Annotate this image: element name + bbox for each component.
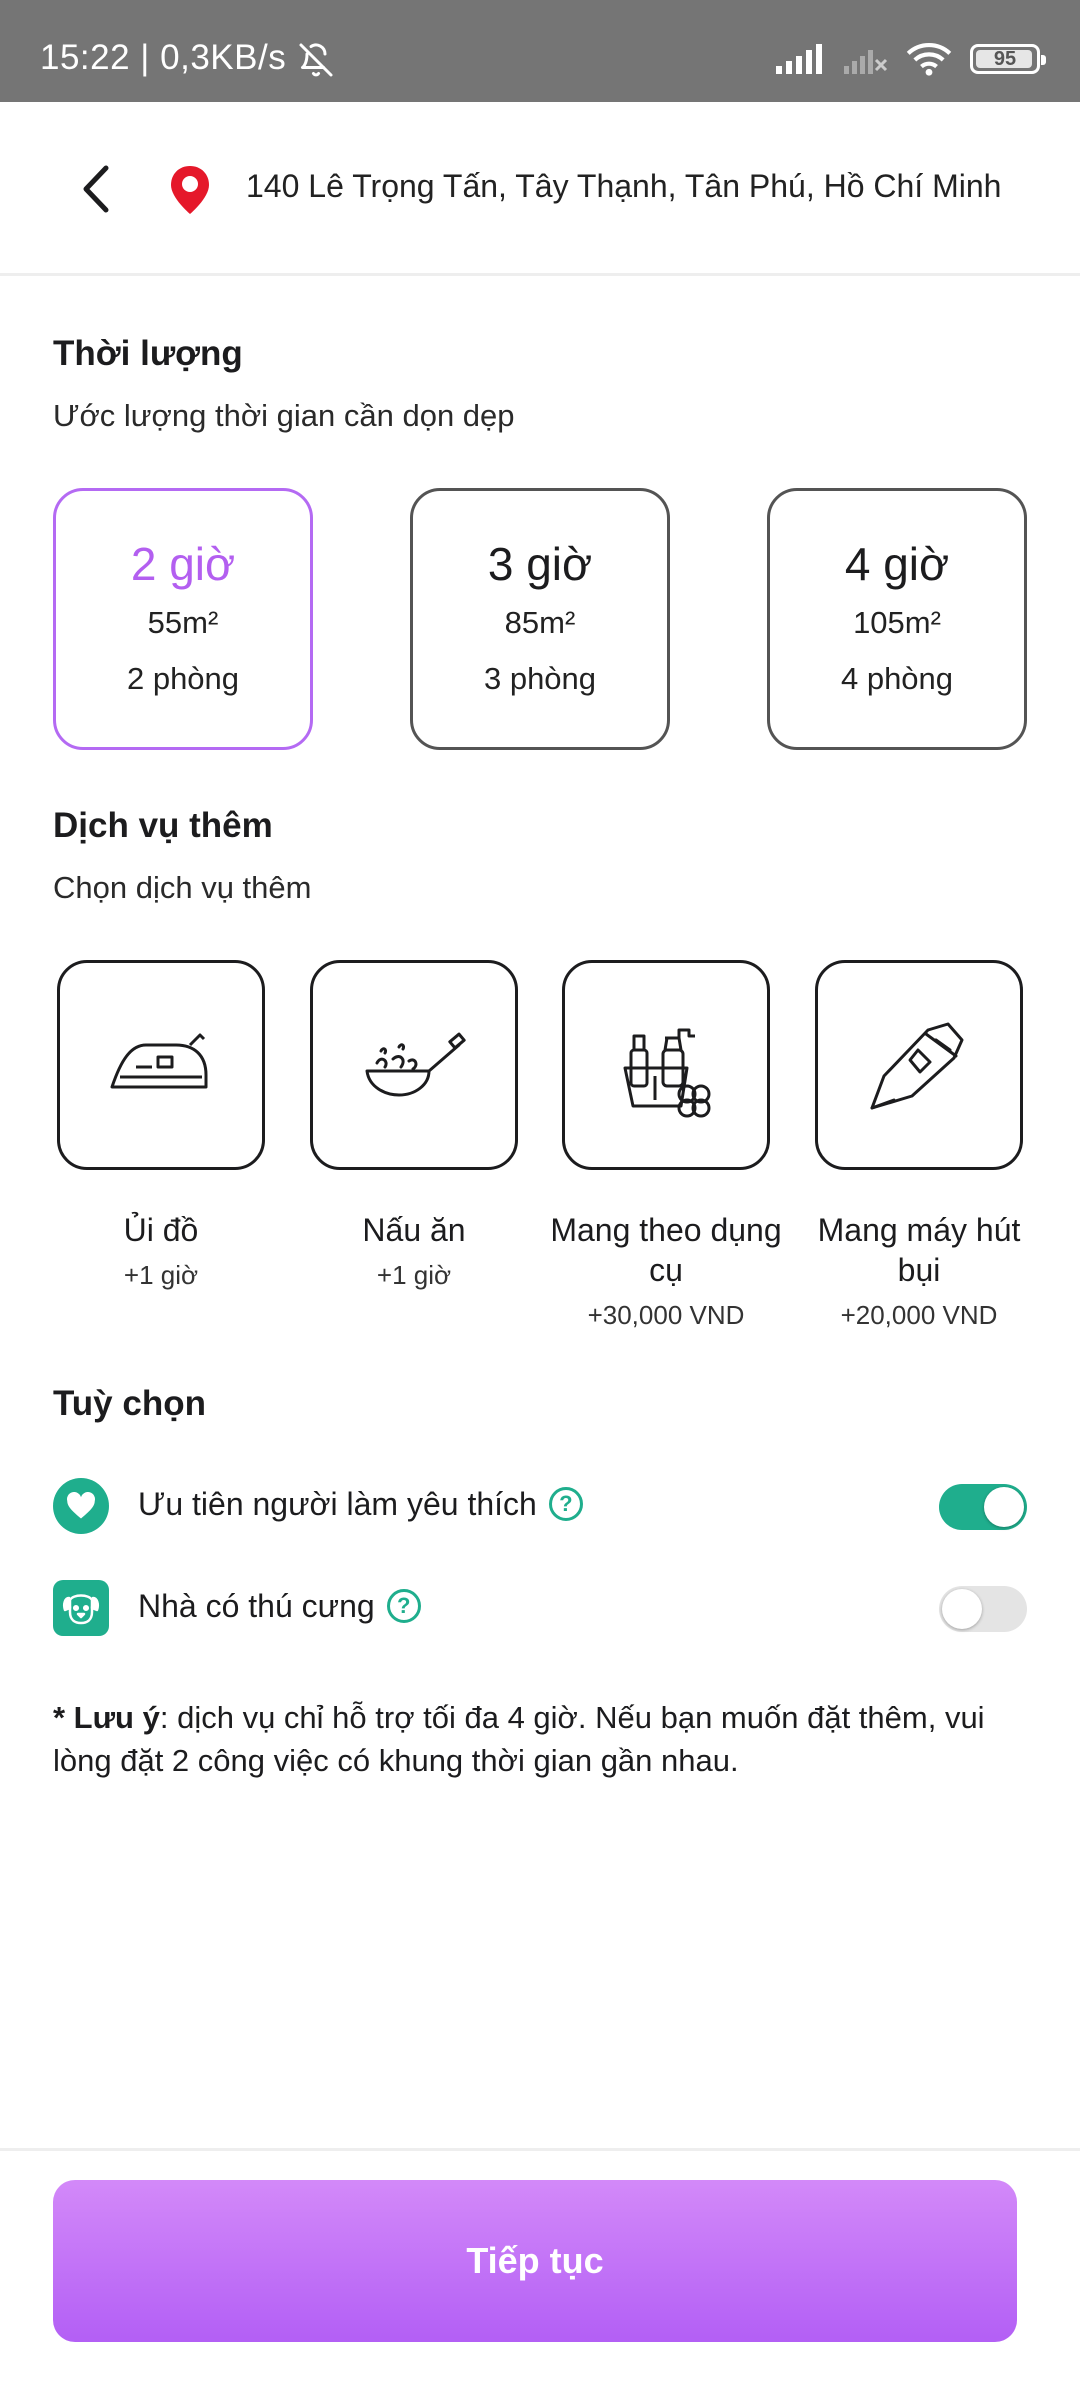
signal-icon — [776, 44, 822, 74]
chevron-left-icon — [83, 165, 109, 213]
duration-hours: 2 giờ — [130, 538, 236, 590]
cleaning-tools-icon — [623, 1028, 711, 1118]
favorite-worker-toggle[interactable] — [939, 1484, 1027, 1530]
header: 140 Lê Trọng Tấn, Tây Thạnh, Tân Phú, Hồ… — [0, 102, 1080, 276]
has-pet-toggle[interactable] — [939, 1586, 1027, 1632]
duration-subtitle: Ước lượng thời gian cần dọn dẹp — [53, 398, 515, 433]
toggle-knob — [984, 1487, 1024, 1527]
duration-title: Thời lượng — [53, 334, 243, 373]
note-text: * Lưu ý: dịch vụ chỉ hỗ trợ tối đa 4 giờ… — [53, 1696, 1033, 1782]
duration-rooms: 3 phòng — [483, 661, 597, 696]
pet-icon-badge — [53, 1580, 109, 1636]
duration-rooms: 2 phòng — [126, 661, 240, 696]
service-ironing-box[interactable] — [57, 960, 265, 1170]
service-cooking-box[interactable] — [310, 960, 518, 1170]
address-text[interactable]: 140 Lê Trọng Tấn, Tây Thạnh, Tân Phú, Hồ… — [246, 168, 1001, 205]
duration-hours: 4 giờ — [844, 538, 950, 590]
service-bring-vacuum[interactable]: Mang máy hút bụi +20,000 VND — [799, 960, 1039, 1331]
toggle-knob — [942, 1589, 982, 1629]
option-has-pet: Nhà có thú cưng? — [53, 1578, 1027, 1638]
duration-area: 85m² — [504, 605, 576, 640]
option-favorite-label: Ưu tiên người làm yêu thích? — [138, 1486, 583, 1524]
help-icon[interactable]: ? — [386, 1588, 421, 1623]
status-time: 15:22 | 0,3KB/s — [40, 38, 287, 77]
heart-icon-badge — [53, 1478, 109, 1534]
service-name: Mang máy hút bụi — [817, 1212, 1021, 1288]
iron-icon — [110, 1033, 208, 1089]
bell-off-icon — [299, 43, 333, 77]
service-name: Mang theo dụng cụ — [550, 1212, 782, 1288]
battery-level: 95 — [993, 47, 1017, 70]
bottom-divider — [0, 2148, 1080, 2151]
battery-icon: 95 — [970, 44, 1046, 74]
help-icon[interactable]: ? — [548, 1486, 583, 1521]
service-price: +1 giờ — [123, 1260, 199, 1290]
duration-card-2h[interactable]: 2 giờ 55m² 2 phòng — [53, 488, 313, 750]
service-name: Ủi đồ — [123, 1212, 199, 1248]
duration-rooms: 4 phòng — [840, 661, 954, 696]
duration-card-4h[interactable]: 4 giờ 105m² 4 phòng — [767, 488, 1027, 750]
note-body: : dịch vụ chỉ hỗ trợ tối đa 4 giờ. Nếu b… — [53, 1700, 985, 1778]
service-bring-tools[interactable]: Mang theo dụng cụ +30,000 VND — [546, 960, 786, 1331]
duration-area: 55m² — [147, 605, 219, 640]
vacuum-icon — [870, 1022, 964, 1110]
option-favorite-text: Ưu tiên người làm yêu thích — [138, 1486, 537, 1522]
service-bring-tools-box[interactable] — [562, 960, 770, 1170]
service-ironing[interactable]: Ủi đồ +1 giờ — [41, 960, 281, 1291]
back-button[interactable] — [66, 154, 126, 224]
duration-hours: 3 giờ — [487, 538, 593, 590]
service-price: +30,000 VND — [587, 1300, 745, 1330]
service-name: Nấu ăn — [362, 1212, 466, 1248]
option-pet-text: Nhà có thú cưng — [138, 1588, 375, 1624]
option-pet-label: Nhà có thú cưng? — [138, 1588, 421, 1626]
option-favorite-worker: Ưu tiên người làm yêu thích? — [53, 1476, 1027, 1536]
status-bar: 15:22 | 0,3KB/s 95 — [0, 0, 1080, 102]
duration-area: 105m² — [853, 605, 941, 640]
heart-icon — [67, 1492, 95, 1519]
service-cooking[interactable]: Nấu ăn +1 giờ — [294, 960, 534, 1291]
duration-card-3h[interactable]: 3 giờ 85m² 3 phòng — [410, 488, 670, 750]
continue-button[interactable]: Tiếp tục — [53, 2180, 1017, 2342]
extras-subtitle: Chọn dịch vụ thêm — [53, 870, 312, 905]
wok-icon — [365, 1032, 466, 1097]
duration-options: 2 giờ 55m² 2 phòng 3 giờ 85m² 3 phòng 4 … — [53, 488, 1027, 750]
status-icons: 95 — [776, 42, 1046, 76]
location-pin-icon — [171, 166, 209, 214]
service-price: +1 giờ — [376, 1260, 452, 1290]
pet-icon — [62, 1594, 100, 1625]
note-label: * Lưu ý — [53, 1700, 160, 1735]
service-price: +20,000 VND — [840, 1300, 998, 1330]
extras-title: Dịch vụ thêm — [53, 806, 273, 845]
options-title: Tuỳ chọn — [53, 1384, 206, 1423]
service-bring-vacuum-box[interactable] — [815, 960, 1023, 1170]
wifi-icon — [906, 43, 952, 76]
signal-no-service-icon — [844, 50, 888, 74]
